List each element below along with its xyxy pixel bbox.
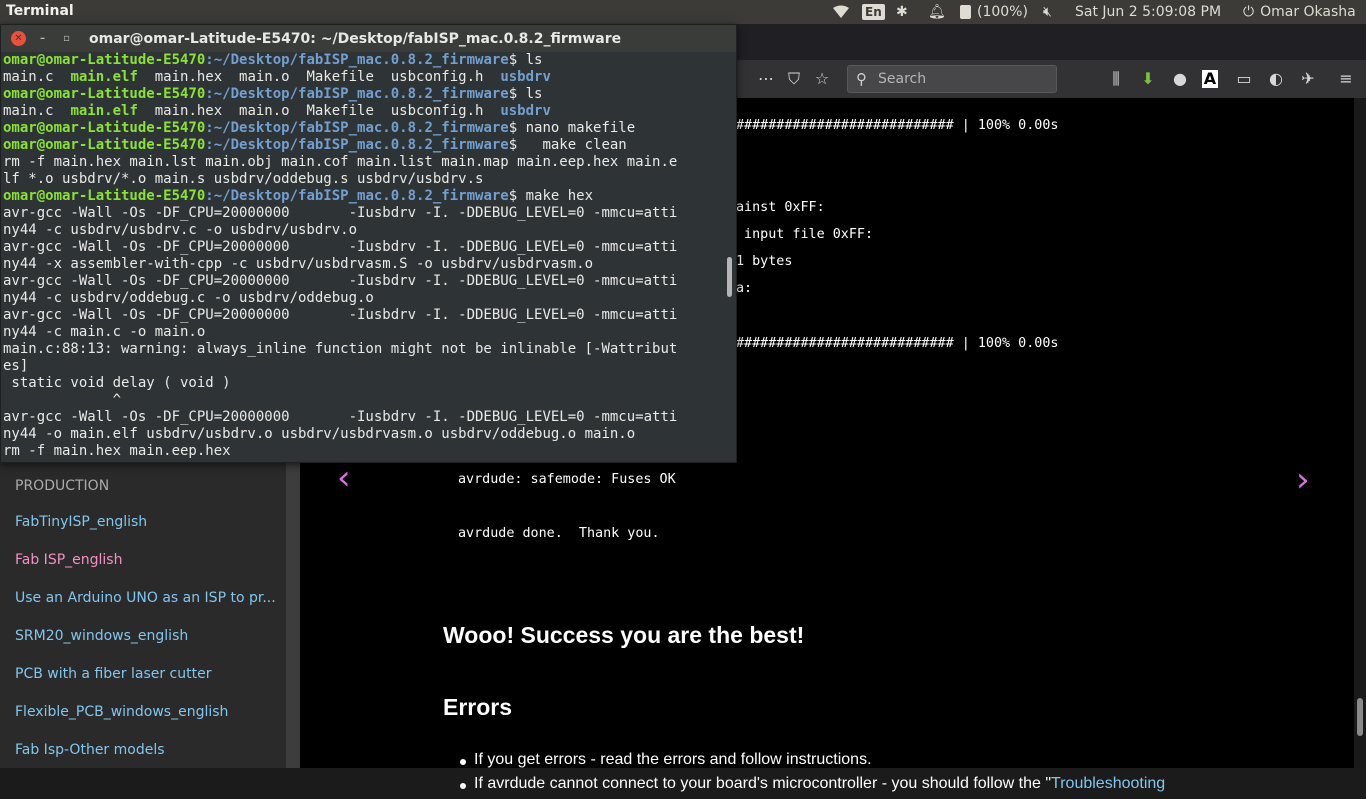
terminal-window: ✕ – ▫ omar@omar-Latitude-E5470: ~/Deskto… xyxy=(0,24,737,463)
power-icon: ⏻ xyxy=(1243,4,1255,20)
terminal-line: static void delay ( void ) xyxy=(3,375,231,391)
terminal-line: lf *.o usbdrv/*.o main.s usbdrv/oddebug.… xyxy=(3,171,484,187)
terminal-line: omar@omar-Latitude-E5470:~/Desktop/fabIS… xyxy=(3,52,543,68)
search-icon: ⚲ xyxy=(856,70,867,88)
maximize-icon[interactable]: ▫ xyxy=(59,31,74,46)
sidebar-item-pcb-fiber-laser[interactable]: PCB with a fiber laser cutter xyxy=(15,666,211,682)
scrollbar-thumb[interactable] xyxy=(1357,698,1363,736)
close-icon[interactable]: ✕ xyxy=(11,31,26,46)
troubleshooting-link[interactable]: Troubleshooting xyxy=(1051,775,1165,792)
extension-bird-icon[interactable]: ✈ xyxy=(1298,69,1318,89)
next-page-chevron-icon[interactable]: › xyxy=(1296,460,1310,500)
bookmark-star-icon[interactable]: ☆ xyxy=(812,69,832,89)
sidebar-section-heading: PRODUCTION xyxy=(15,478,110,494)
terminal-line: avr-gcc -Wall -Os -DF_CPU=20000000 -Iusb… xyxy=(3,239,678,255)
search-input[interactable]: ⚲ Search xyxy=(847,65,1057,93)
terminal-line: rm -f main.hex main.eep.hex xyxy=(3,443,231,459)
library-icon[interactable]: ⫼ xyxy=(1106,69,1126,89)
sidebar-item-fab-isp-other[interactable]: Fab Isp-Other models xyxy=(15,742,165,758)
extension-circle-icon[interactable]: ● xyxy=(1170,69,1190,89)
terminal-line: omar@omar-Latitude-E5470:~/Desktop/fabIS… xyxy=(3,137,627,153)
terminal-line: avr-gcc -Wall -Os -DF_CPU=20000000 -Iusb… xyxy=(3,205,678,221)
fuses-ok-output: avrdude: safemode: Fuses OK xyxy=(458,472,676,487)
terminal-line: es] xyxy=(3,358,29,374)
prev-page-chevron-icon[interactable]: ‹ xyxy=(337,458,351,498)
hamburger-menu-icon[interactable]: ≡ xyxy=(1336,69,1356,89)
page-scrollbar[interactable] xyxy=(1354,98,1366,768)
clock[interactable]: Sat Jun 2 5:09:08 PM xyxy=(1075,0,1221,24)
terminal-line: main.c:88:13: warning: always_inline fun… xyxy=(3,341,678,357)
battery-icon xyxy=(960,5,971,19)
sidebar-item-flexible-pcb[interactable]: Flexible_PCB_windows_english xyxy=(15,704,228,720)
active-app-name: Terminal xyxy=(6,3,74,19)
terminal-title: omar@omar-Latitude-E5470: ~/Desktop/fabI… xyxy=(89,31,622,47)
sidebar-item-srm20[interactable]: SRM20_windows_english xyxy=(15,628,188,644)
errors-heading: Errors xyxy=(443,694,513,720)
terminal-line: main.c main.elf main.hex main.o Makefile… xyxy=(3,103,551,119)
terminal-line: omar@omar-Latitude-E5470:~/Desktop/fabIS… xyxy=(3,120,636,136)
terminal-line: omar@omar-Latitude-E5470:~/Desktop/fabIS… xyxy=(3,188,594,204)
bluetooth-icon[interactable]: ✱ xyxy=(896,0,908,24)
sidebar-item-fabtinyisp[interactable]: FabTinyISP_english xyxy=(15,514,147,530)
verify-output: 1 bytes xyxy=(736,254,793,269)
terminal-line: avr-gcc -Wall -Os -DF_CPU=20000000 -Iusb… xyxy=(3,409,678,425)
terminal-line: avr-gcc -Wall -Os -DF_CPU=20000000 -Iusb… xyxy=(3,273,678,289)
terminal-line: ny44 -c usbdrv/oddebug.c -o usbdrv/oddeb… xyxy=(3,290,374,306)
success-heading: Wooo! Success you are the best! xyxy=(443,622,805,648)
terminal-titlebar[interactable]: ✕ – ▫ omar@omar-Latitude-E5470: ~/Deskto… xyxy=(1,25,736,52)
verify-output: input file 0xFF: xyxy=(736,227,874,242)
terminal-line: ny44 -c main.c -o main.o xyxy=(3,324,206,340)
user-name: Omar Okasha xyxy=(1260,4,1356,20)
volume-muted-icon[interactable]: 🔇︎ xyxy=(1043,0,1052,24)
keyboard-layout-indicator[interactable]: En xyxy=(862,0,885,24)
terminal-line: main.c main.elf main.hex main.o Makefile… xyxy=(3,69,551,85)
terminal-line: omar@omar-Latitude-E5470:~/Desktop/fabIS… xyxy=(3,86,543,102)
verify-output: a: xyxy=(736,281,753,296)
terminal-output[interactable]: omar@omar-Latitude-E5470:~/Desktop/fabIS… xyxy=(1,52,736,462)
terminal-line: avr-gcc -Wall -Os -DF_CPU=20000000 -Iusb… xyxy=(3,307,678,323)
sidebar-item-arduino-isp[interactable]: Use an Arduino UNO as an ISP to pr... xyxy=(15,590,276,606)
terminal-line: rm -f main.hex main.lst main.obj main.co… xyxy=(3,154,678,170)
terminal-line: ^ xyxy=(3,392,122,408)
battery-indicator[interactable]: (100%) xyxy=(960,0,1028,24)
text-extension-icon[interactable]: A xyxy=(1202,70,1218,88)
notification-bell-icon[interactable]: 🔔︎ xyxy=(928,0,946,24)
download-arrow-icon[interactable]: ⬇ xyxy=(1138,69,1158,89)
pocket-icon[interactable]: ⛉ xyxy=(784,69,804,89)
reader-view-icon[interactable]: ▭ xyxy=(1234,69,1254,89)
progress-output: ########################### | 100% 0.00s xyxy=(736,118,1059,133)
progress-output: ########################### | 100% 0.00s xyxy=(736,336,1059,351)
wifi-icon[interactable] xyxy=(832,0,850,24)
terminal-line: ny44 -o main.elf usbdrv/usbdrv.o usbdrv/… xyxy=(3,426,636,442)
page-actions-menu-icon[interactable]: ⋯ xyxy=(756,69,776,89)
verify-output: ainst 0xFF: xyxy=(736,200,825,215)
list-item: If you get errors - read the errors and … xyxy=(458,751,1165,769)
minimize-icon[interactable]: – xyxy=(35,31,50,46)
user-menu[interactable]: ⏻ Omar Okasha xyxy=(1243,0,1356,24)
list-item: If avrdude cannot connect to your board'… xyxy=(458,775,1165,793)
errors-list: If you get errors - read the errors and … xyxy=(458,751,1165,799)
sidebar-item-fab-isp[interactable]: Fab ISP_english xyxy=(15,552,122,568)
terminal-line: ny44 -x assembler-with-cpp -c usbdrv/usb… xyxy=(3,256,594,272)
battery-percent: (100%) xyxy=(977,4,1028,20)
terminal-line: ny44 -c usbdrv/usbdrv.c -o usbdrv/usbdrv… xyxy=(3,222,358,238)
extension-ball-icon[interactable]: ◐ xyxy=(1266,69,1286,89)
terminal-scrollbar-thumb[interactable] xyxy=(727,257,732,297)
system-top-bar: Terminal En ✱ 🔔︎ (100%) 🔇︎ Sat Jun 2 5:0… xyxy=(0,0,1366,24)
done-output: avrdude done. Thank you. xyxy=(458,526,660,541)
